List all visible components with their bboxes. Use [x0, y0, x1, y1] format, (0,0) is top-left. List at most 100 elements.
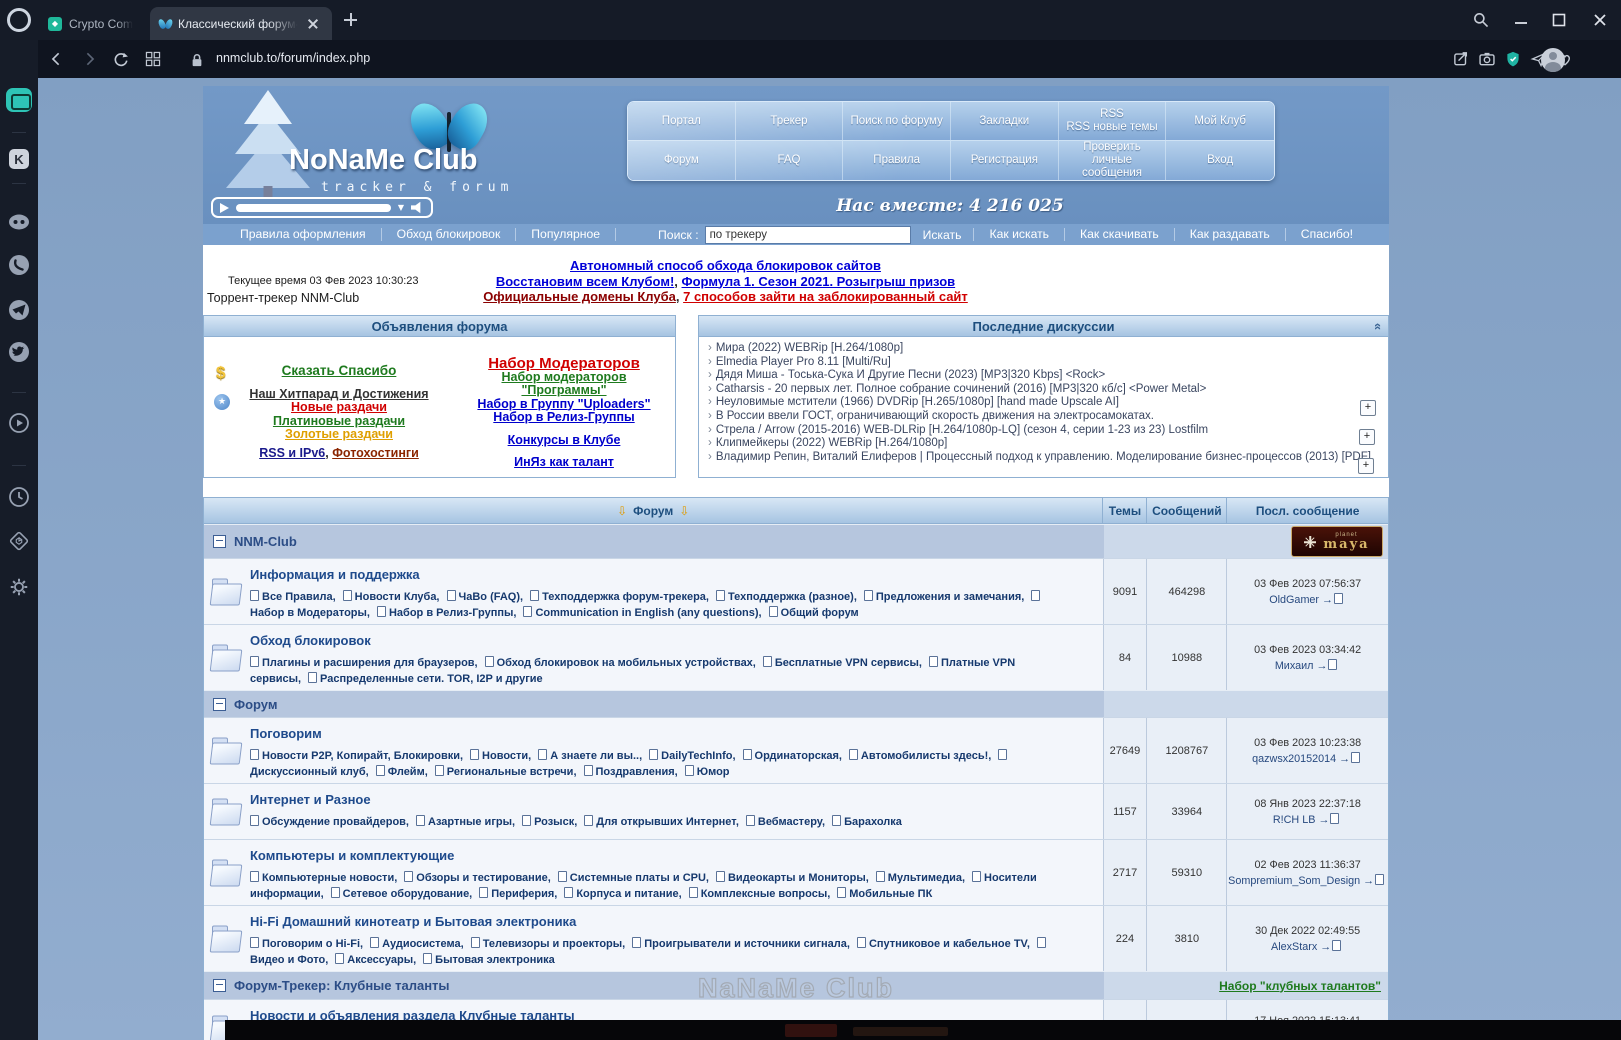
- subforum-link[interactable]: Предложения и замечания,: [863, 590, 1024, 603]
- k-service-icon[interactable]: K: [8, 148, 30, 170]
- player-icon[interactable]: [8, 412, 30, 434]
- nav-button[interactable]: RSS RSS новые темы: [1058, 102, 1167, 141]
- maximize-icon[interactable]: [1550, 11, 1568, 29]
- nav-button[interactable]: Форум: [628, 141, 736, 180]
- subforum-link[interactable]: Поздравления,: [583, 764, 678, 778]
- club-talents-recruit-link[interactable]: Набор "клубных талантов": [1219, 979, 1381, 993]
- subforum-link[interactable]: Все Правила,: [250, 590, 336, 603]
- nav-button[interactable]: Регистрация: [950, 141, 1059, 180]
- subforum-link[interactable]: Аудиосистема,: [370, 937, 464, 950]
- discord-icon[interactable]: [8, 211, 30, 233]
- forum-title-link[interactable]: Интернет и Разное: [250, 792, 371, 807]
- subforum-link[interactable]: Ординаторская,: [742, 749, 842, 762]
- discussion-item[interactable]: › Elmedia Player Pro 8.11 [Multi/Ru]: [708, 356, 1379, 370]
- subforum-link[interactable]: Обход блокировок на мобильных устройства…: [484, 656, 756, 669]
- subforum-link[interactable]: Communication in English (any questions)…: [523, 605, 762, 619]
- discussion-item[interactable]: › Владимир Репин, Виталий Елиферов | Проц…: [708, 451, 1379, 465]
- collapse-minus-icon[interactable]: [213, 979, 226, 992]
- reload-icon[interactable]: [112, 50, 130, 68]
- collapse-minus-icon[interactable]: [213, 535, 226, 548]
- discussion-item[interactable]: › Стрела / Arrow (2015-2016) WEB-DLRip [H…: [708, 424, 1379, 438]
- subforum-link[interactable]: Компьютерные новости,: [250, 871, 397, 884]
- subforum-link[interactable]: Новости,: [470, 749, 531, 762]
- subforum-link[interactable]: Автомобилисты здесь!,: [848, 749, 991, 762]
- url-text[interactable]: nnmclub.to/forum/index.php: [216, 51, 370, 65]
- category-row-club-talents[interactable]: Форум-Трекер: Клубные таланты Набор "клу…: [204, 971, 1388, 999]
- nav-button[interactable]: Закладки: [950, 102, 1059, 141]
- collapse-icon[interactable]: «: [1371, 323, 1386, 330]
- site-logo[interactable]: NoNaMe Club: [289, 144, 478, 177]
- nav-button[interactable]: Поиск по форуму: [843, 102, 951, 141]
- play-icon[interactable]: [220, 202, 229, 213]
- tab-close-icon[interactable]: [308, 19, 318, 29]
- nav-button[interactable]: Вход: [1166, 141, 1274, 180]
- announce-link[interactable]: 7 способов зайти на заблокированный сайт: [683, 289, 968, 304]
- last-post-user-link[interactable]: R!CH LB: [1273, 814, 1316, 826]
- chevron-down-icon[interactable]: ▼: [398, 203, 404, 212]
- subforum-link[interactable]: Телевизоры и проекторы,: [470, 937, 625, 950]
- subforum-link[interactable]: Бытовая электроника: [423, 952, 555, 966]
- search-icon[interactable]: [1472, 11, 1490, 29]
- tab-crypto[interactable]: Crypto Com: [38, 7, 146, 40]
- subforum-link[interactable]: Розыск,: [522, 815, 577, 828]
- platinum-releases-link[interactable]: Платиновые раздачи: [214, 414, 464, 429]
- lock-icon[interactable]: [190, 52, 204, 68]
- subforum-link[interactable]: Новости Клуба,: [342, 590, 440, 603]
- subnav-link[interactable]: Правила оформления: [225, 228, 382, 241]
- my-flow-icon[interactable]: [1452, 50, 1470, 68]
- subforum-link[interactable]: Барахолка: [832, 815, 902, 828]
- announce-link[interactable]: Автономный способ обхода блокировок сайт…: [570, 258, 881, 273]
- subforum-link[interactable]: Флейм,: [375, 764, 428, 778]
- subforum-link[interactable]: Корпуса и питание,: [564, 886, 682, 900]
- discussion-item[interactable]: › Клипмейкеры (2022) WEBRip [H.264/1080p]: [708, 437, 1379, 451]
- discussion-item[interactable]: › Неуловимые мстители (1966) DVDRip [H.26…: [708, 396, 1379, 410]
- page-icon[interactable]: [1334, 592, 1344, 604]
- subforum-link[interactable]: Новости P2P, Копирайт, Блокировки,: [250, 749, 463, 762]
- minimize-icon[interactable]: [1512, 14, 1530, 32]
- forward-icon[interactable]: [80, 50, 98, 68]
- nav-button[interactable]: Правила: [843, 141, 951, 180]
- inyaz-link[interactable]: ИнЯз как талант: [459, 455, 669, 470]
- discussion-item[interactable]: › Дядя Миша - Тоська-Сука И Другие Песни …: [708, 369, 1379, 383]
- subforum-link[interactable]: Техподдержка форум-трекера,: [530, 590, 709, 603]
- page-icon[interactable]: [1328, 658, 1338, 670]
- column-forum[interactable]: Форум: [633, 504, 673, 518]
- announce-link[interactable]: Восстановим всем Клубом!: [496, 274, 674, 289]
- subforum-link[interactable]: Комплексные вопросы,: [688, 886, 830, 900]
- nav-button[interactable]: Мой Клуб: [1166, 102, 1274, 141]
- subforum-link[interactable]: Техподдержка (разное),: [715, 590, 857, 603]
- adblock-shield-icon[interactable]: [1504, 50, 1522, 68]
- nav-button[interactable]: Портал: [628, 102, 736, 141]
- close-icon[interactable]: [1591, 11, 1609, 29]
- goto-post-icon[interactable]: →: [1318, 814, 1329, 826]
- subforum-link[interactable]: Набор в Релиз-Группы,: [376, 605, 516, 619]
- forum-title-link[interactable]: Поговорим: [250, 726, 322, 741]
- subforum-link[interactable]: Поговорим о Hi-Fi,: [250, 937, 363, 950]
- gold-releases-link[interactable]: Золотые раздачи: [214, 427, 464, 442]
- wallet-icon[interactable]: [6, 88, 32, 112]
- subnav-link[interactable]: Как раздавать: [1173, 228, 1285, 241]
- discussion-item[interactable]: › Catharsis - 20 первых лет. Полное собра…: [708, 383, 1379, 397]
- discussion-item[interactable]: › В России ввели ГОСТ, ограничивающий ско…: [708, 410, 1379, 424]
- last-post-user-link[interactable]: Sompremium_Som_Design: [1228, 875, 1360, 887]
- back-icon[interactable]: [48, 50, 66, 68]
- page-icon[interactable]: [1351, 751, 1361, 763]
- settings-gear-icon[interactable]: [8, 576, 30, 598]
- subforum-link[interactable]: Аксессуары,: [335, 952, 416, 966]
- discussion-item[interactable]: › Мира (2022) WEBRip [H.264/1080p]: [708, 342, 1379, 356]
- sort-icon[interactable]: ⇩: [617, 504, 627, 518]
- collapse-minus-icon[interactable]: [213, 697, 226, 711]
- subforum-link[interactable]: Периферия,: [479, 886, 557, 900]
- subforum-link[interactable]: Плагины и расширения для браузеров,: [250, 656, 478, 669]
- volume-icon[interactable]: [411, 201, 421, 214]
- category-row-nnm-club[interactable]: NNM-Club planet maya: [204, 524, 1388, 558]
- subforum-link[interactable]: Юмор: [684, 764, 730, 778]
- speed-dial-grid-icon[interactable]: [144, 50, 162, 68]
- forum-title-link[interactable]: Компьютеры и комплектующие: [250, 848, 454, 863]
- forum-title-link[interactable]: Информация и поддержка: [250, 567, 420, 582]
- twitter-icon[interactable]: [8, 341, 30, 363]
- moderators-link[interactable]: Набор Модераторов: [459, 356, 669, 370]
- thanks-link[interactable]: Сказать Спасибо: [214, 364, 464, 378]
- subforum-link[interactable]: Сетевое оборудование,: [330, 886, 472, 900]
- rss-ipv6-link[interactable]: RSS и IPv6: [259, 446, 325, 460]
